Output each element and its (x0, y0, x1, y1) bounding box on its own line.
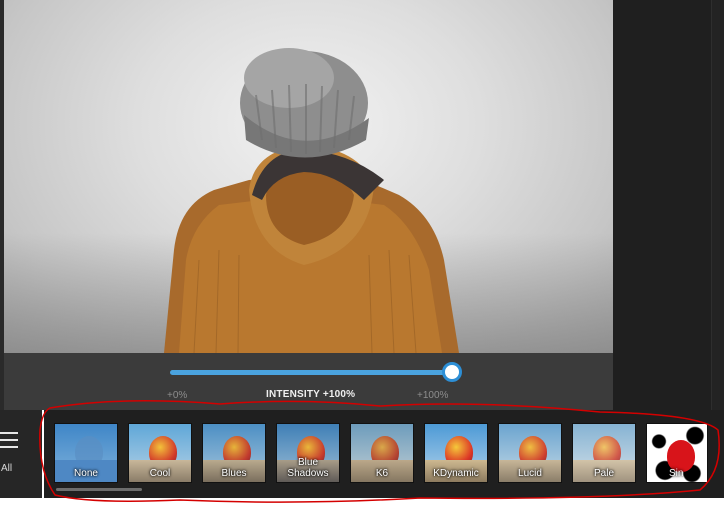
filter-label: KDynamic (433, 468, 479, 479)
filter-thumb-k6[interactable]: K6 (350, 423, 414, 483)
filter-thumbnail-list: None Cool Blues Blue Shadows K6 KDynamic… (44, 410, 724, 498)
filter-label: Sin (669, 468, 684, 479)
filter-thumb-pale[interactable]: Pale (572, 423, 636, 483)
filter-strip-scrollbar[interactable] (56, 488, 142, 491)
intensity-min-label: +0% (167, 390, 188, 401)
intensity-max-label: +100% (417, 390, 449, 401)
filter-thumb-blues[interactable]: Blues (202, 423, 266, 483)
filter-label: Blue Shadows (287, 457, 329, 479)
filter-thumb-cool[interactable]: Cool (128, 423, 192, 483)
filter-label: K6 (375, 468, 389, 479)
all-filters-button[interactable]: All (0, 410, 42, 498)
person-figure (164, 48, 459, 353)
intensity-title: INTENSITY +100% (266, 389, 356, 400)
intensity-slider-panel: +0% INTENSITY +100% +100% (4, 353, 613, 410)
photo-canvas (4, 0, 613, 353)
filter-thumb-sin-city[interactable]: Sin (646, 423, 708, 483)
filter-thumb-lucid[interactable]: Lucid (498, 423, 562, 483)
filter-thumb-none[interactable]: None (54, 423, 118, 483)
right-panel (613, 0, 724, 410)
filter-thumb-blue-shadows[interactable]: Blue Shadows (276, 423, 340, 483)
filter-label: Lucid (518, 468, 542, 479)
filter-label: Pale (593, 468, 614, 479)
all-filters-label: All (1, 463, 13, 474)
menu-icon (0, 432, 20, 450)
right-scroll-strip[interactable] (711, 0, 724, 410)
filter-label: Cool (149, 468, 171, 479)
intensity-slider-thumb[interactable] (442, 362, 462, 382)
filter-label: None (74, 468, 98, 479)
intensity-slider-track[interactable] (170, 370, 454, 375)
filter-thumb-kdynamic[interactable]: KDynamic (424, 423, 488, 483)
filter-label: Blues (221, 468, 247, 479)
